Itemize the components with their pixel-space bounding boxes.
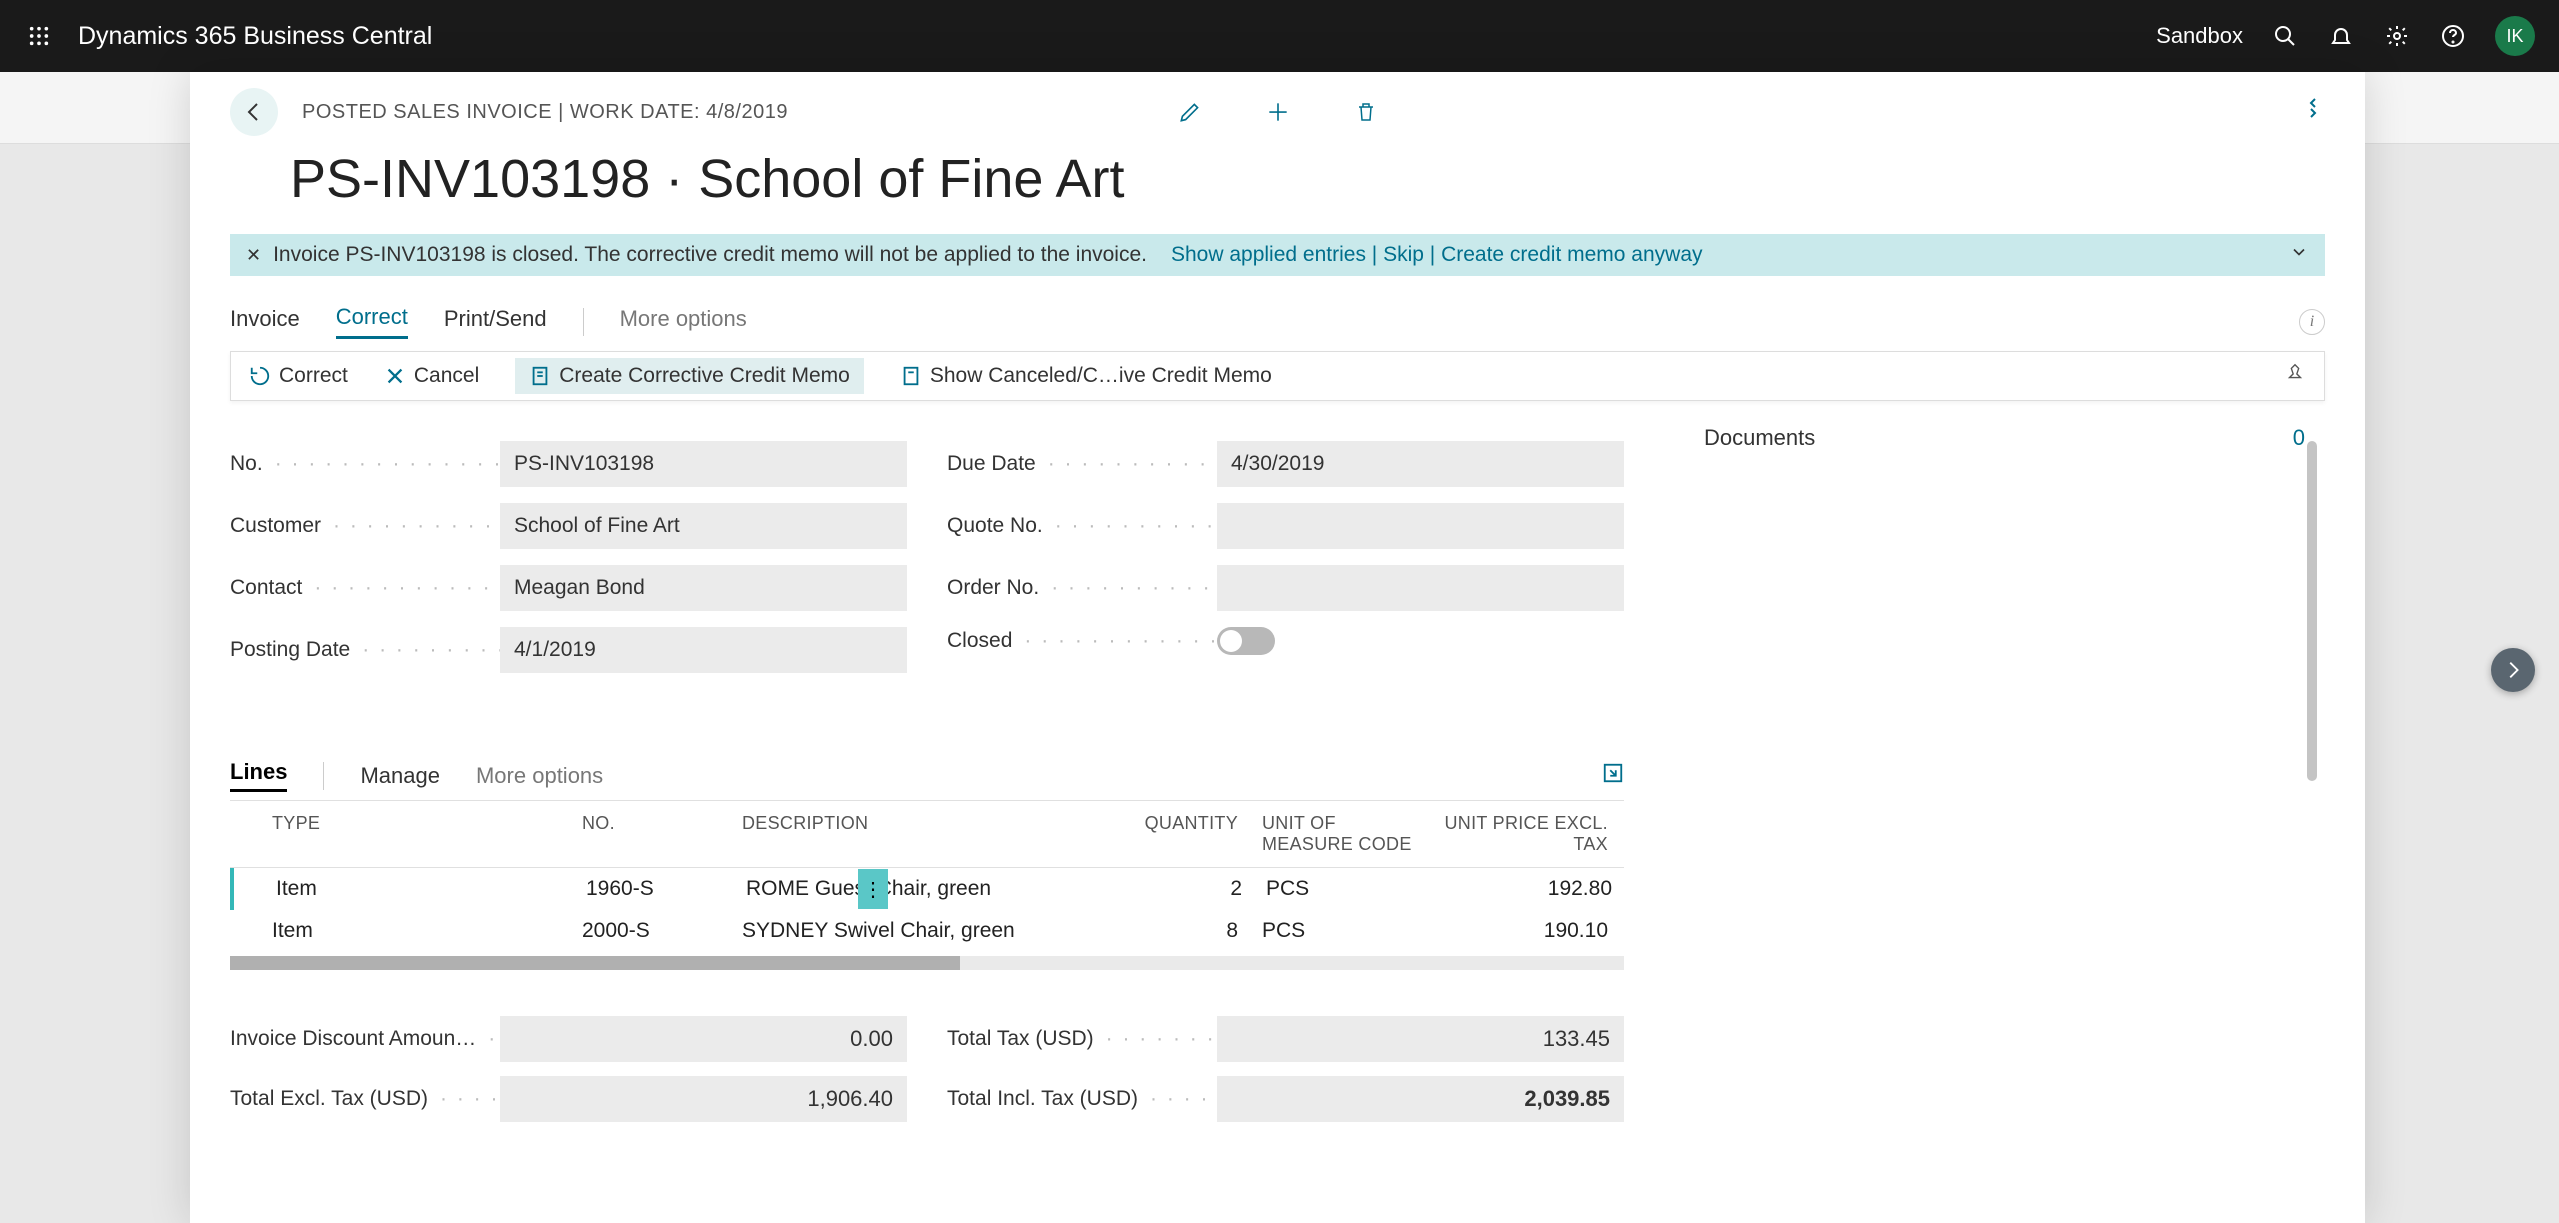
page-title: PS-INV103198 · School of Fine Art	[190, 148, 2365, 210]
row-menu-icon[interactable]: ⋮	[858, 869, 888, 909]
label-total-excl-tax: Total Excl. Tax (USD)	[230, 1087, 500, 1111]
factbox-toggle-icon[interactable]: i	[2299, 309, 2325, 335]
delete-icon[interactable]	[1350, 96, 1382, 128]
new-icon[interactable]	[1262, 96, 1294, 128]
label-closed: Closed	[947, 629, 1217, 653]
notification-bar: ✕ Invoice PS-INV103198 is closed. The co…	[230, 234, 2325, 276]
horizontal-scrollbar[interactable]	[230, 956, 1624, 970]
label-order-no: Order No.	[947, 576, 1217, 600]
field-customer: School of Fine Art	[500, 503, 907, 549]
tab-print-send[interactable]: Print/Send	[444, 306, 547, 338]
val-total-tax: 133.45	[1217, 1016, 1624, 1062]
label-posting-date: Posting Date	[230, 638, 500, 662]
user-avatar[interactable]: IK	[2495, 16, 2535, 56]
toggle-closed[interactable]	[1217, 627, 1275, 655]
col-uom[interactable]: UNIT OF MEASURE CODE	[1250, 813, 1430, 855]
show-applied-entries-link[interactable]: Show applied entries	[1171, 243, 1366, 266]
skip-link[interactable]: Skip	[1383, 243, 1424, 266]
field-posting-date: 4/1/2019	[500, 627, 907, 673]
factbox-documents-count: 0	[2293, 425, 2305, 451]
tab-lines[interactable]: Lines	[230, 759, 287, 792]
label-due-date: Due Date	[947, 452, 1217, 476]
tab-invoice[interactable]: Invoice	[230, 306, 300, 338]
val-total-excl-tax: 1,906.40	[500, 1076, 907, 1122]
edit-icon[interactable]	[1174, 96, 1206, 128]
record-panel: POSTED SALES INVOICE | WORK DATE: 4/8/20…	[190, 72, 2365, 1223]
lines-expand-icon[interactable]	[1602, 762, 1624, 790]
line-row[interactable]: Item 2000-S SYDNEY Swivel Chair, green 8…	[230, 910, 1624, 952]
help-icon[interactable]	[2439, 22, 2467, 50]
vertical-scrollbar[interactable]	[2307, 401, 2317, 1136]
settings-gear-icon[interactable]	[2383, 22, 2411, 50]
label-customer: Customer	[230, 514, 500, 538]
field-order-no	[1217, 565, 1624, 611]
create-credit-memo-anyway-link[interactable]: Create credit memo anyway	[1441, 243, 1702, 266]
next-record-button[interactable]	[2491, 648, 2535, 692]
label-contact: Contact	[230, 576, 500, 600]
search-icon[interactable]	[2271, 22, 2299, 50]
col-unit-price[interactable]: UNIT PRICE EXCL. TAX	[1430, 813, 1620, 855]
label-quote-no: Quote No.	[947, 514, 1217, 538]
notifications-icon[interactable]	[2327, 22, 2355, 50]
lines-grid: TYPE NO. DESCRIPTION QUANTITY UNIT OF ME…	[230, 800, 1624, 970]
label-invoice-discount: Invoice Discount Amoun…	[230, 1027, 500, 1051]
val-invoice-discount: 0.00	[500, 1016, 907, 1062]
collapse-icon[interactable]	[2301, 96, 2325, 125]
tab-more-options[interactable]: More options	[620, 306, 747, 338]
field-no: PS-INV103198	[500, 441, 907, 487]
action-create-corrective-credit-memo[interactable]: Create Corrective Credit Memo	[515, 358, 864, 394]
product-brand: Dynamics 365 Business Central	[78, 22, 2156, 51]
factbox-documents[interactable]: Documents 0	[1704, 425, 2305, 451]
col-no[interactable]: NO.	[570, 813, 730, 855]
close-notification-icon[interactable]: ✕	[246, 245, 261, 266]
action-correct[interactable]: Correct	[249, 364, 348, 388]
field-quote-no	[1217, 503, 1624, 549]
lines-more-options[interactable]: More options	[476, 763, 603, 789]
notification-chevron-icon[interactable]	[2289, 242, 2309, 268]
tab-divider	[583, 308, 584, 336]
col-type[interactable]: TYPE	[230, 813, 570, 855]
breadcrumb: POSTED SALES INVOICE | WORK DATE: 4/8/20…	[302, 101, 788, 124]
action-cancel[interactable]: Cancel	[384, 364, 479, 388]
notification-text: Invoice PS-INV103198 is closed. The corr…	[273, 243, 1147, 267]
label-total-tax: Total Tax (USD)	[947, 1027, 1217, 1051]
val-total-incl-tax: 2,039.85	[1217, 1076, 1624, 1122]
lines-manage[interactable]: Manage	[360, 763, 440, 789]
field-due-date: 4/30/2019	[1217, 441, 1624, 487]
col-quantity[interactable]: QUANTITY	[1080, 813, 1250, 855]
action-show-canceled-credit-memo[interactable]: Show Canceled/C…ive Credit Memo	[900, 364, 1272, 388]
label-no: No.	[230, 452, 500, 476]
environment-badge: Sandbox	[2156, 23, 2243, 49]
top-nav-bar: Dynamics 365 Business Central Sandbox IK	[0, 0, 2559, 72]
app-launcher-icon[interactable]	[24, 21, 54, 51]
line-row[interactable]: Item ⋮ 1960-S ROME Guest Chair, green 2 …	[230, 868, 1624, 910]
back-button[interactable]	[230, 88, 278, 136]
factbox-documents-label: Documents	[1704, 425, 1815, 451]
tab-correct[interactable]: Correct	[336, 304, 408, 339]
field-contact: Meagan Bond	[500, 565, 907, 611]
col-description[interactable]: DESCRIPTION	[730, 813, 1080, 855]
label-total-incl-tax: Total Incl. Tax (USD)	[947, 1087, 1217, 1111]
pin-icon[interactable]	[2284, 362, 2306, 390]
